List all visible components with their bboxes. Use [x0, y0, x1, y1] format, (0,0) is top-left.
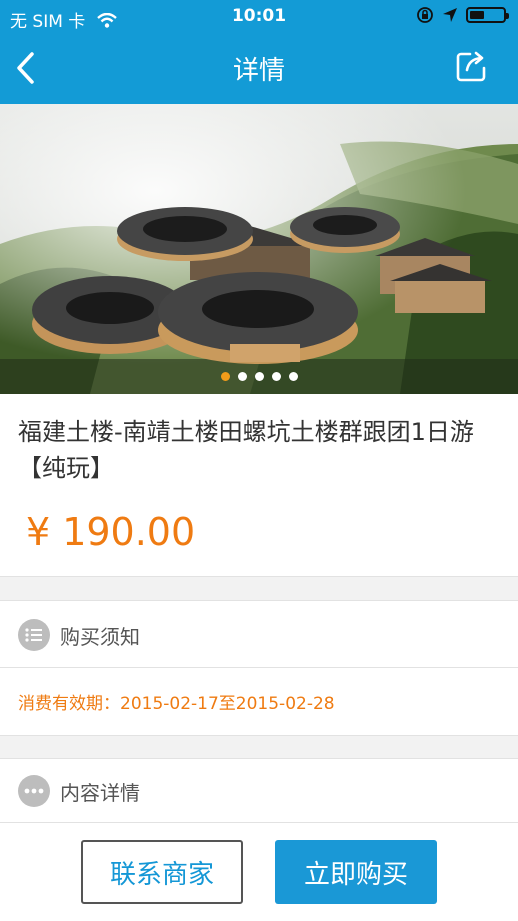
- more-dots-icon: [18, 775, 50, 807]
- purchase-notice-label: 购买须知: [60, 624, 140, 649]
- divider: [0, 667, 518, 668]
- content-detail-header[interactable]: 内容详情: [18, 775, 140, 807]
- content-detail-section[interactable]: 内容详情: [0, 758, 518, 823]
- currency-symbol: ¥: [26, 510, 51, 554]
- content-detail-label: 内容详情: [60, 780, 140, 805]
- purchase-notice-header[interactable]: 购买须知: [18, 619, 140, 651]
- battery-icon: [466, 7, 509, 23]
- nav-bar: 详情: [0, 34, 518, 104]
- product-title: 福建土楼-南靖土楼田螺坑土楼群跟团1日游【纯玩】: [18, 418, 474, 482]
- product-image-carousel[interactable]: [0, 104, 518, 394]
- buy-now-button[interactable]: 立即购买: [275, 840, 437, 904]
- product-price: ¥190.00: [26, 510, 195, 554]
- status-bar: 无 SIM 卡 10:01: [0, 0, 518, 34]
- carousel-dot[interactable]: [271, 372, 281, 381]
- validity-period: 消费有效期：2015-02-17至2015-02-28: [18, 694, 335, 714]
- top-bar: 无 SIM 卡 10:01 详情: [0, 0, 518, 104]
- carousel-indicator: [0, 372, 518, 381]
- tulou-photo: [0, 104, 518, 394]
- rotation-lock-icon: [417, 7, 433, 23]
- status-icons: [416, 6, 509, 24]
- contact-merchant-button[interactable]: 联系商家: [81, 840, 243, 904]
- carousel-dot[interactable]: [237, 372, 247, 381]
- carousel-dot[interactable]: [254, 372, 264, 381]
- purchase-notice-section: 购买须知 消费有效期：2015-02-17至2015-02-28: [0, 600, 518, 736]
- share-icon[interactable]: [454, 48, 490, 84]
- carousel-dot[interactable]: [288, 372, 298, 381]
- page-title: 详情: [232, 56, 285, 86]
- carousel-dot[interactable]: [220, 372, 230, 381]
- price-value: 190.00: [62, 510, 196, 554]
- bottom-action-bar: 联系商家 立即购买: [0, 822, 518, 921]
- list-icon: [18, 619, 50, 651]
- location-icon: [443, 8, 457, 22]
